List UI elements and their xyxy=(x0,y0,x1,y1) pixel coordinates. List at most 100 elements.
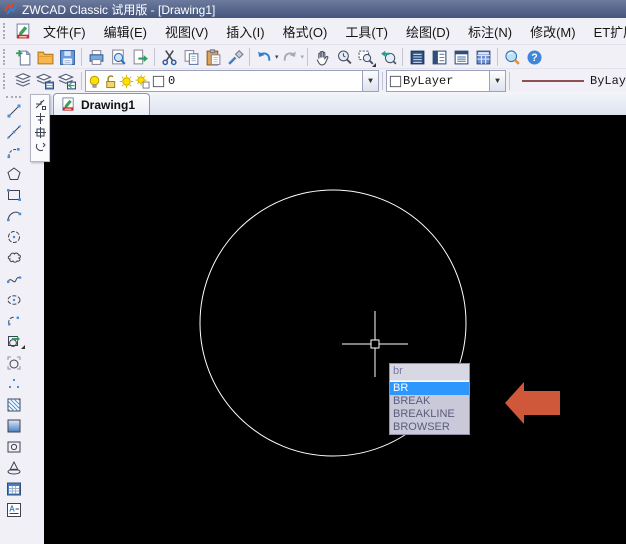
spline-tool-button[interactable] xyxy=(2,271,26,287)
mtext-tool-button[interactable]: A xyxy=(2,502,26,518)
layer-combobox[interactable]: 0 ▼ xyxy=(85,70,379,92)
toolbar-separator xyxy=(402,48,403,66)
quickcalc-button[interactable] xyxy=(472,46,494,68)
circle-tool-button[interactable] xyxy=(2,229,26,245)
properties-palette-button[interactable] xyxy=(406,46,428,68)
layer-properties-button[interactable] xyxy=(12,70,34,92)
polyline-tool-button[interactable] xyxy=(2,145,26,161)
toolbar-grip[interactable] xyxy=(3,73,7,89)
redo-button[interactable] xyxy=(279,46,301,68)
help-button[interactable]: ? xyxy=(523,46,545,68)
make-block-tool-button[interactable] xyxy=(2,355,26,371)
print-preview-icon xyxy=(110,49,127,66)
layer-previous-icon xyxy=(58,72,76,90)
toolbar-separator xyxy=(81,72,82,90)
layer-viewport-sun-icon xyxy=(134,73,150,89)
zoom-previous-button[interactable] xyxy=(377,46,399,68)
layer-previous-button[interactable] xyxy=(56,70,78,92)
table-tool-button[interactable] xyxy=(2,481,26,497)
pan-button[interactable] xyxy=(311,46,333,68)
region-tool-button[interactable] xyxy=(2,439,26,455)
menu-dimension[interactable]: 标注(N) xyxy=(459,18,521,45)
mtext-icon: A xyxy=(6,502,22,518)
svg-text:?: ? xyxy=(531,52,537,64)
annotation-arrow xyxy=(505,382,560,424)
snap-from-icon[interactable] xyxy=(34,98,47,111)
table-icon xyxy=(6,481,22,497)
color-combo-caret[interactable]: ▼ xyxy=(489,71,505,91)
print-preview-button[interactable] xyxy=(107,46,129,68)
ellipse-tool-button[interactable] xyxy=(2,292,26,308)
menu-file[interactable]: 文件(F) xyxy=(34,18,95,45)
match-properties-button[interactable] xyxy=(224,46,246,68)
zwcad-window: ZWCAD Classic 试用版 - [Drawing1] 文件(F) 编辑(… xyxy=(0,0,626,544)
gradient-tool-button[interactable] xyxy=(2,418,26,434)
new-file-button[interactable] xyxy=(12,46,34,68)
menu-draw[interactable]: 绘图(D) xyxy=(397,18,459,45)
tool-palettes-button[interactable] xyxy=(428,46,450,68)
arc-icon xyxy=(6,208,22,224)
standard-toolbar: ▾ ▾ ? xyxy=(0,44,626,69)
menu-view[interactable]: 视图(V) xyxy=(156,18,217,45)
snap-to-endpoint-icon[interactable] xyxy=(34,126,47,139)
drawing-canvas[interactable]: br BR BREAK BREAKLINE BROWSER xyxy=(44,115,626,544)
copy-button[interactable] xyxy=(180,46,202,68)
app-logo-icon[interactable] xyxy=(4,3,17,16)
snap-to-tangent-icon[interactable] xyxy=(34,140,47,153)
revision-cloud-tool-button[interactable] xyxy=(2,250,26,266)
point-tool-button[interactable] xyxy=(2,376,26,392)
color-swatch xyxy=(387,73,403,89)
rectangle-tool-button[interactable] xyxy=(2,187,26,203)
menu-insert[interactable]: 插入(I) xyxy=(217,18,273,45)
color-value: ByLayer xyxy=(403,74,453,88)
zoom-realtime-icon xyxy=(336,49,353,66)
undo-button[interactable] xyxy=(253,46,275,68)
line-tool-button[interactable] xyxy=(2,103,26,119)
zoom-window-button[interactable] xyxy=(355,46,377,68)
tab-drawing1[interactable]: Drawing1 xyxy=(53,93,150,115)
toolbar-separator xyxy=(307,48,308,66)
find-button[interactable] xyxy=(501,46,523,68)
zwcad-file-icon xyxy=(12,20,34,42)
menu-tools[interactable]: 工具(T) xyxy=(336,18,397,45)
designcenter-button[interactable] xyxy=(450,46,472,68)
hatch-tool-button[interactable] xyxy=(2,397,26,413)
plot-button[interactable] xyxy=(129,46,151,68)
open-file-button[interactable] xyxy=(34,46,56,68)
menubar-grip[interactable] xyxy=(3,23,7,39)
line-icon xyxy=(6,103,22,119)
suggestion-br[interactable]: BR xyxy=(390,382,469,395)
menu-edit[interactable]: 编辑(E) xyxy=(95,18,156,45)
cut-button[interactable] xyxy=(158,46,180,68)
suggestion-browser[interactable]: BROWSER xyxy=(390,421,469,434)
linetype-combobox[interactable]: ByLayer xyxy=(513,70,626,92)
zoom-realtime-button[interactable] xyxy=(333,46,355,68)
ellipse-arc-tool-button[interactable] xyxy=(2,313,26,329)
command-autocomplete: br BR BREAK BREAKLINE BROWSER xyxy=(389,363,470,435)
rectangle-icon xyxy=(6,187,22,203)
document-tab-bar: Drawing1 xyxy=(44,92,626,116)
print-button[interactable] xyxy=(85,46,107,68)
wipeout-tool-button[interactable] xyxy=(2,460,26,476)
layer-states-button[interactable] xyxy=(34,70,56,92)
menu-modify[interactable]: 修改(M) xyxy=(521,18,585,45)
menu-et-extended-tools[interactable]: ET扩展工具(X) xyxy=(585,18,626,45)
menu-format[interactable]: 格式(O) xyxy=(274,18,337,45)
suggestion-break[interactable]: BREAK xyxy=(390,395,469,408)
undo-icon xyxy=(256,49,273,66)
polygon-tool-button[interactable] xyxy=(2,166,26,182)
save-file-button[interactable] xyxy=(56,46,78,68)
layer-properties-icon xyxy=(14,72,32,90)
color-combobox[interactable]: ByLayer ▼ xyxy=(386,70,506,92)
suggestion-breakline[interactable]: BREAKLINE xyxy=(390,408,469,421)
construction-line-tool-button[interactable] xyxy=(2,124,26,140)
paste-button[interactable] xyxy=(202,46,224,68)
redo-dropdown-caret[interactable]: ▾ xyxy=(301,53,305,61)
temporary-track-point-icon[interactable] xyxy=(34,112,47,125)
draw-toolbar-grip[interactable] xyxy=(6,96,21,100)
layer-combo-caret[interactable]: ▼ xyxy=(362,71,378,91)
command-input[interactable]: br xyxy=(390,364,469,381)
toolbar-grip[interactable] xyxy=(3,49,7,65)
arc-tool-button[interactable] xyxy=(2,208,26,224)
insert-block-tool-button[interactable] xyxy=(2,334,26,350)
